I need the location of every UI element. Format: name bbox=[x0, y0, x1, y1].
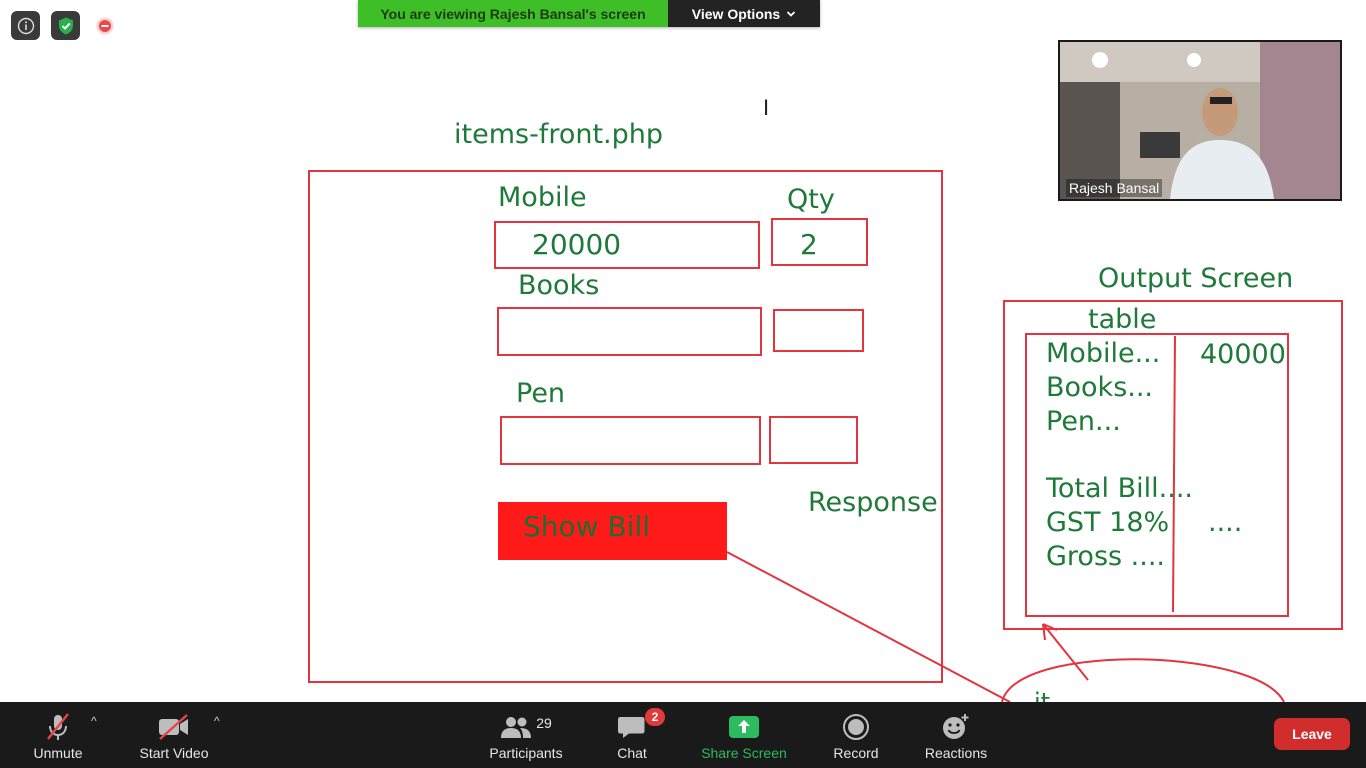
request-arrow-line bbox=[726, 551, 1011, 702]
table-divider-line bbox=[1172, 335, 1176, 613]
record-label: Record bbox=[833, 745, 879, 761]
leave-meeting-button[interactable]: Leave bbox=[1274, 718, 1350, 750]
participants-button[interactable]: 29 Participants bbox=[482, 702, 570, 768]
reactions-label: Reactions bbox=[924, 745, 988, 761]
unmute-button[interactable]: Unmute bbox=[22, 702, 94, 768]
share-screen-label: Share Screen bbox=[701, 745, 787, 761]
participants-label: Participants bbox=[489, 745, 563, 761]
audio-options-caret[interactable]: ^ bbox=[91, 714, 97, 728]
share-screen-icon bbox=[729, 716, 759, 738]
unmute-label: Unmute bbox=[33, 745, 83, 761]
chat-unread-badge: 2 bbox=[645, 708, 665, 726]
record-icon bbox=[843, 714, 869, 740]
meeting-toolbar: Unmute ^ Start Video ^ 29 Participants 2… bbox=[0, 702, 1366, 768]
video-options-caret[interactable]: ^ bbox=[214, 714, 220, 728]
response-arrow-line bbox=[1042, 623, 1089, 681]
participants-count: 29 bbox=[536, 715, 552, 731]
video-off-icon bbox=[159, 714, 188, 740]
participant-name: Rajesh Bansal bbox=[1066, 179, 1163, 197]
chat-label: Chat bbox=[617, 745, 647, 761]
video-frame bbox=[1060, 42, 1340, 199]
start-video-button[interactable]: Start Video bbox=[132, 702, 216, 768]
reactions-smiley-icon bbox=[943, 714, 969, 739]
reactions-button[interactable]: Reactions bbox=[918, 702, 994, 768]
participant-video-tile[interactable]: Rajesh Bansal bbox=[1058, 40, 1342, 201]
start-video-label: Start Video bbox=[139, 745, 209, 761]
muted-mic-icon bbox=[47, 713, 69, 740]
chat-button[interactable]: 2 Chat bbox=[608, 702, 665, 768]
chat-bubble-icon bbox=[618, 717, 645, 738]
participants-icon bbox=[501, 717, 532, 738]
record-button[interactable]: Record bbox=[826, 702, 886, 768]
share-screen-button[interactable]: Share Screen bbox=[696, 702, 792, 768]
